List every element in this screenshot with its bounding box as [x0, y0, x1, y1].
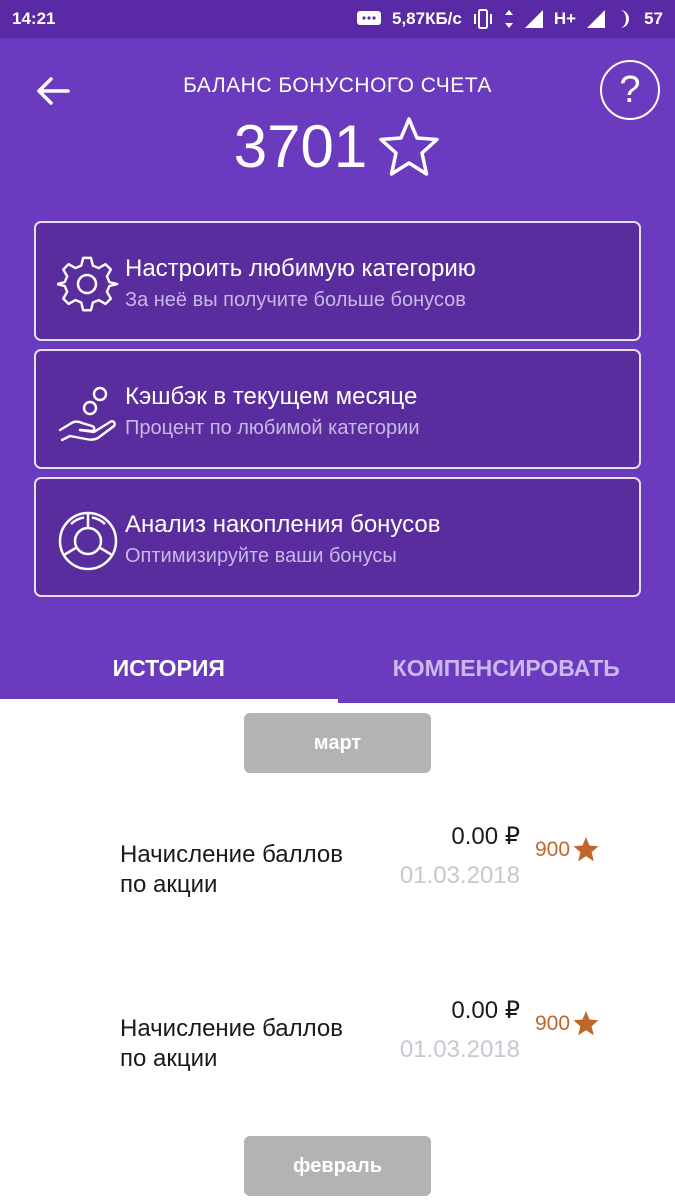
- bonus-header: БАЛАНС БОНУСНОГО СЧЕТА ? 3701 Настроить …: [0, 38, 675, 703]
- balance-title: БАЛАНС БОНУСНОГО СЧЕТА: [183, 74, 492, 97]
- hand-coins-icon: [56, 381, 120, 445]
- transaction-date: 01.03.2018: [399, 1036, 520, 1063]
- transaction-description-line: по акции: [120, 1045, 218, 1072]
- transaction-description-line: Начисление баллов: [120, 841, 344, 868]
- card-subtitle: За неё вы получите больше бонусов: [125, 289, 466, 311]
- pie-segments-icon: [56, 509, 120, 573]
- tab-history[interactable]: ИСТОРИЯ: [0, 633, 338, 703]
- transaction-description: Начисление баллов по акции: [120, 1014, 380, 1074]
- tab-bar: ИСТОРИЯ КОМПЕНСИРОВАТЬ: [0, 633, 675, 703]
- moon-icon: [616, 8, 634, 30]
- vibrate-icon: [472, 8, 494, 30]
- help-button[interactable]: ?: [600, 60, 660, 120]
- card-subtitle: Оптимизируйте ваши бонусы: [125, 545, 397, 567]
- status-time: 14:21: [12, 9, 56, 28]
- favorite-category-card[interactable]: Настроить любимую категорию За неё вы по…: [34, 221, 641, 341]
- transaction-bonus: 900: [535, 1010, 600, 1037]
- status-icons: 5,87КБ/с H+ 57: [356, 8, 663, 30]
- status-speed: 5,87КБ/с: [392, 9, 462, 28]
- help-icon: ?: [619, 68, 641, 111]
- bonus-value: 900: [535, 1011, 571, 1035]
- transaction-row[interactable]: Начисление баллов по акции 0.00 ₽ 01.03.…: [0, 997, 675, 1124]
- card-title: Настроить любимую категорию: [125, 255, 476, 282]
- data-arrows-icon: [504, 8, 514, 30]
- cashback-card[interactable]: Кэшбэк в текущем месяце Процент по любим…: [34, 349, 641, 469]
- status-network: H+: [553, 9, 577, 28]
- message-icon: [356, 10, 382, 28]
- status-bar: 14:21 5,87КБ/с H+ 57: [0, 0, 675, 38]
- card-title: Анализ накопления бонусов: [125, 511, 441, 538]
- month-header-february[interactable]: февраль: [244, 1136, 431, 1196]
- transaction-description: Начисление баллов по акции: [120, 840, 380, 900]
- month-header-march[interactable]: март: [244, 713, 431, 773]
- balance-row: 3701: [0, 112, 675, 181]
- transaction-description-line: Начисление баллов: [120, 1015, 344, 1042]
- transaction-amount: 0.00 ₽: [451, 823, 520, 850]
- star-outline-icon: [379, 116, 439, 176]
- signal-icon: [586, 9, 606, 29]
- transaction-amount: 0.00 ₽: [451, 997, 520, 1024]
- balance-value: 3701: [233, 113, 368, 180]
- bonus-analysis-card[interactable]: Анализ накопления бонусов Оптимизируйте …: [34, 477, 641, 597]
- gear-icon: [56, 253, 120, 317]
- star-filled-icon: [573, 1011, 599, 1036]
- star-filled-icon: [573, 837, 599, 862]
- signal-icon: [524, 9, 544, 29]
- bonus-value: 900: [535, 837, 571, 861]
- card-title: Кэшбэк в текущем месяце: [125, 383, 418, 410]
- transaction-row[interactable]: Начисление баллов по акции 0.00 ₽ 01.03.…: [0, 823, 675, 950]
- transaction-bonus: 900: [535, 836, 600, 863]
- transaction-description-line: по акции: [120, 871, 218, 898]
- card-subtitle: Процент по любимой категории: [125, 417, 420, 439]
- transaction-date: 01.03.2018: [399, 862, 520, 889]
- status-battery: 57: [644, 9, 663, 28]
- tab-compensate[interactable]: КОМПЕНСИРОВАТЬ: [338, 633, 675, 703]
